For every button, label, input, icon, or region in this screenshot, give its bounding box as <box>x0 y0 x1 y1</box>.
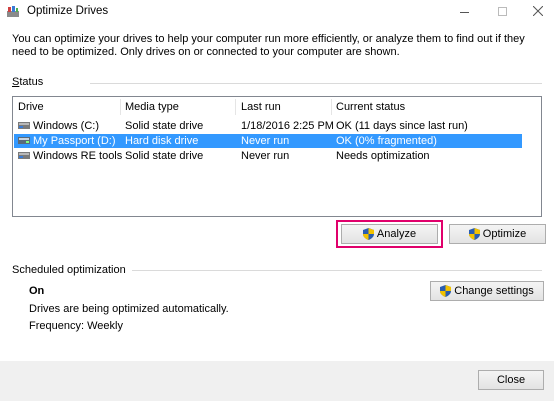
column-divider[interactable] <box>235 99 236 115</box>
scheduled-separator <box>132 270 542 271</box>
status-separator <box>90 83 542 84</box>
minimize-button[interactable] <box>446 0 482 22</box>
analyze-label: Analyze <box>376 228 417 240</box>
uac-shield-icon <box>440 285 452 297</box>
drive-name: Windows (C:) <box>33 120 100 132</box>
close-button[interactable]: Close <box>478 370 544 390</box>
uac-shield-icon <box>468 228 480 240</box>
column-last-run[interactable]: Last run <box>241 101 281 113</box>
close-label: Close <box>496 374 526 386</box>
media-type: Solid state drive <box>125 150 204 162</box>
uac-shield-icon <box>362 228 374 240</box>
optimize-button[interactable]: Optimize <box>449 224 546 244</box>
minimize-icon <box>459 11 469 13</box>
ssd-drive-icon <box>18 122 30 129</box>
last-run: Never run <box>241 150 290 162</box>
scheduled-optimization-label: Scheduled optimization <box>12 264 126 276</box>
analyze-button[interactable]: Analyze <box>341 224 438 244</box>
change-settings-button[interactable]: Change settings <box>430 281 544 301</box>
current-status: OK (11 days since last run) <box>336 120 468 132</box>
column-divider[interactable] <box>331 99 332 115</box>
list-item-windows-re[interactable]: Windows RE tools Solid state drive Never… <box>14 149 522 163</box>
optimize-label: Optimize <box>482 228 527 240</box>
list-item-drive-c[interactable]: Windows (C:) Solid state drive 1/18/2016… <box>14 119 522 133</box>
drive-name: My Passport (D:) <box>33 135 116 147</box>
window-title: Optimize Drives <box>27 5 109 17</box>
column-media-type[interactable]: Media type <box>125 101 179 113</box>
media-type: Hard disk drive <box>125 135 199 147</box>
column-current-status[interactable]: Current status <box>336 101 405 113</box>
list-item-drive-d[interactable]: My Passport (D:) Hard disk drive Never r… <box>14 134 522 148</box>
footer-band <box>0 361 554 401</box>
media-type: Solid state drive <box>125 120 204 132</box>
schedule-detail: Drives are being optimized automatically… <box>29 303 229 315</box>
hdd-drive-icon <box>18 137 30 144</box>
ssd-drive-icon <box>18 152 30 159</box>
maximize-button[interactable] <box>484 0 520 22</box>
drive-name: Windows RE tools <box>33 150 123 162</box>
current-status: OK (0% fragmented) <box>336 135 437 147</box>
last-run: 1/18/2016 2:25 PM <box>241 120 334 132</box>
optimize-drives-icon <box>7 6 19 17</box>
status-label-rest: tatus <box>19 76 44 88</box>
schedule-state: On <box>29 285 45 297</box>
schedule-frequency: Frequency: Weekly <box>29 320 123 332</box>
current-status: Needs optimization <box>336 150 430 162</box>
maximize-icon <box>497 6 507 16</box>
column-drive[interactable]: Drive <box>18 101 44 113</box>
description-text: You can optimize your drives to help you… <box>12 33 525 58</box>
change-settings-label: Change settings <box>454 285 534 297</box>
column-divider[interactable] <box>120 99 121 115</box>
close-window-button[interactable] <box>520 0 554 22</box>
list-header: Drive Media type Last run Current status <box>13 97 541 116</box>
status-label: Status <box>12 76 44 88</box>
drives-list[interactable]: Drive Media type Last run Current status… <box>12 96 542 217</box>
last-run: Never run <box>241 135 290 147</box>
close-icon <box>533 6 543 16</box>
title-bar[interactable]: Optimize Drives <box>0 0 554 24</box>
